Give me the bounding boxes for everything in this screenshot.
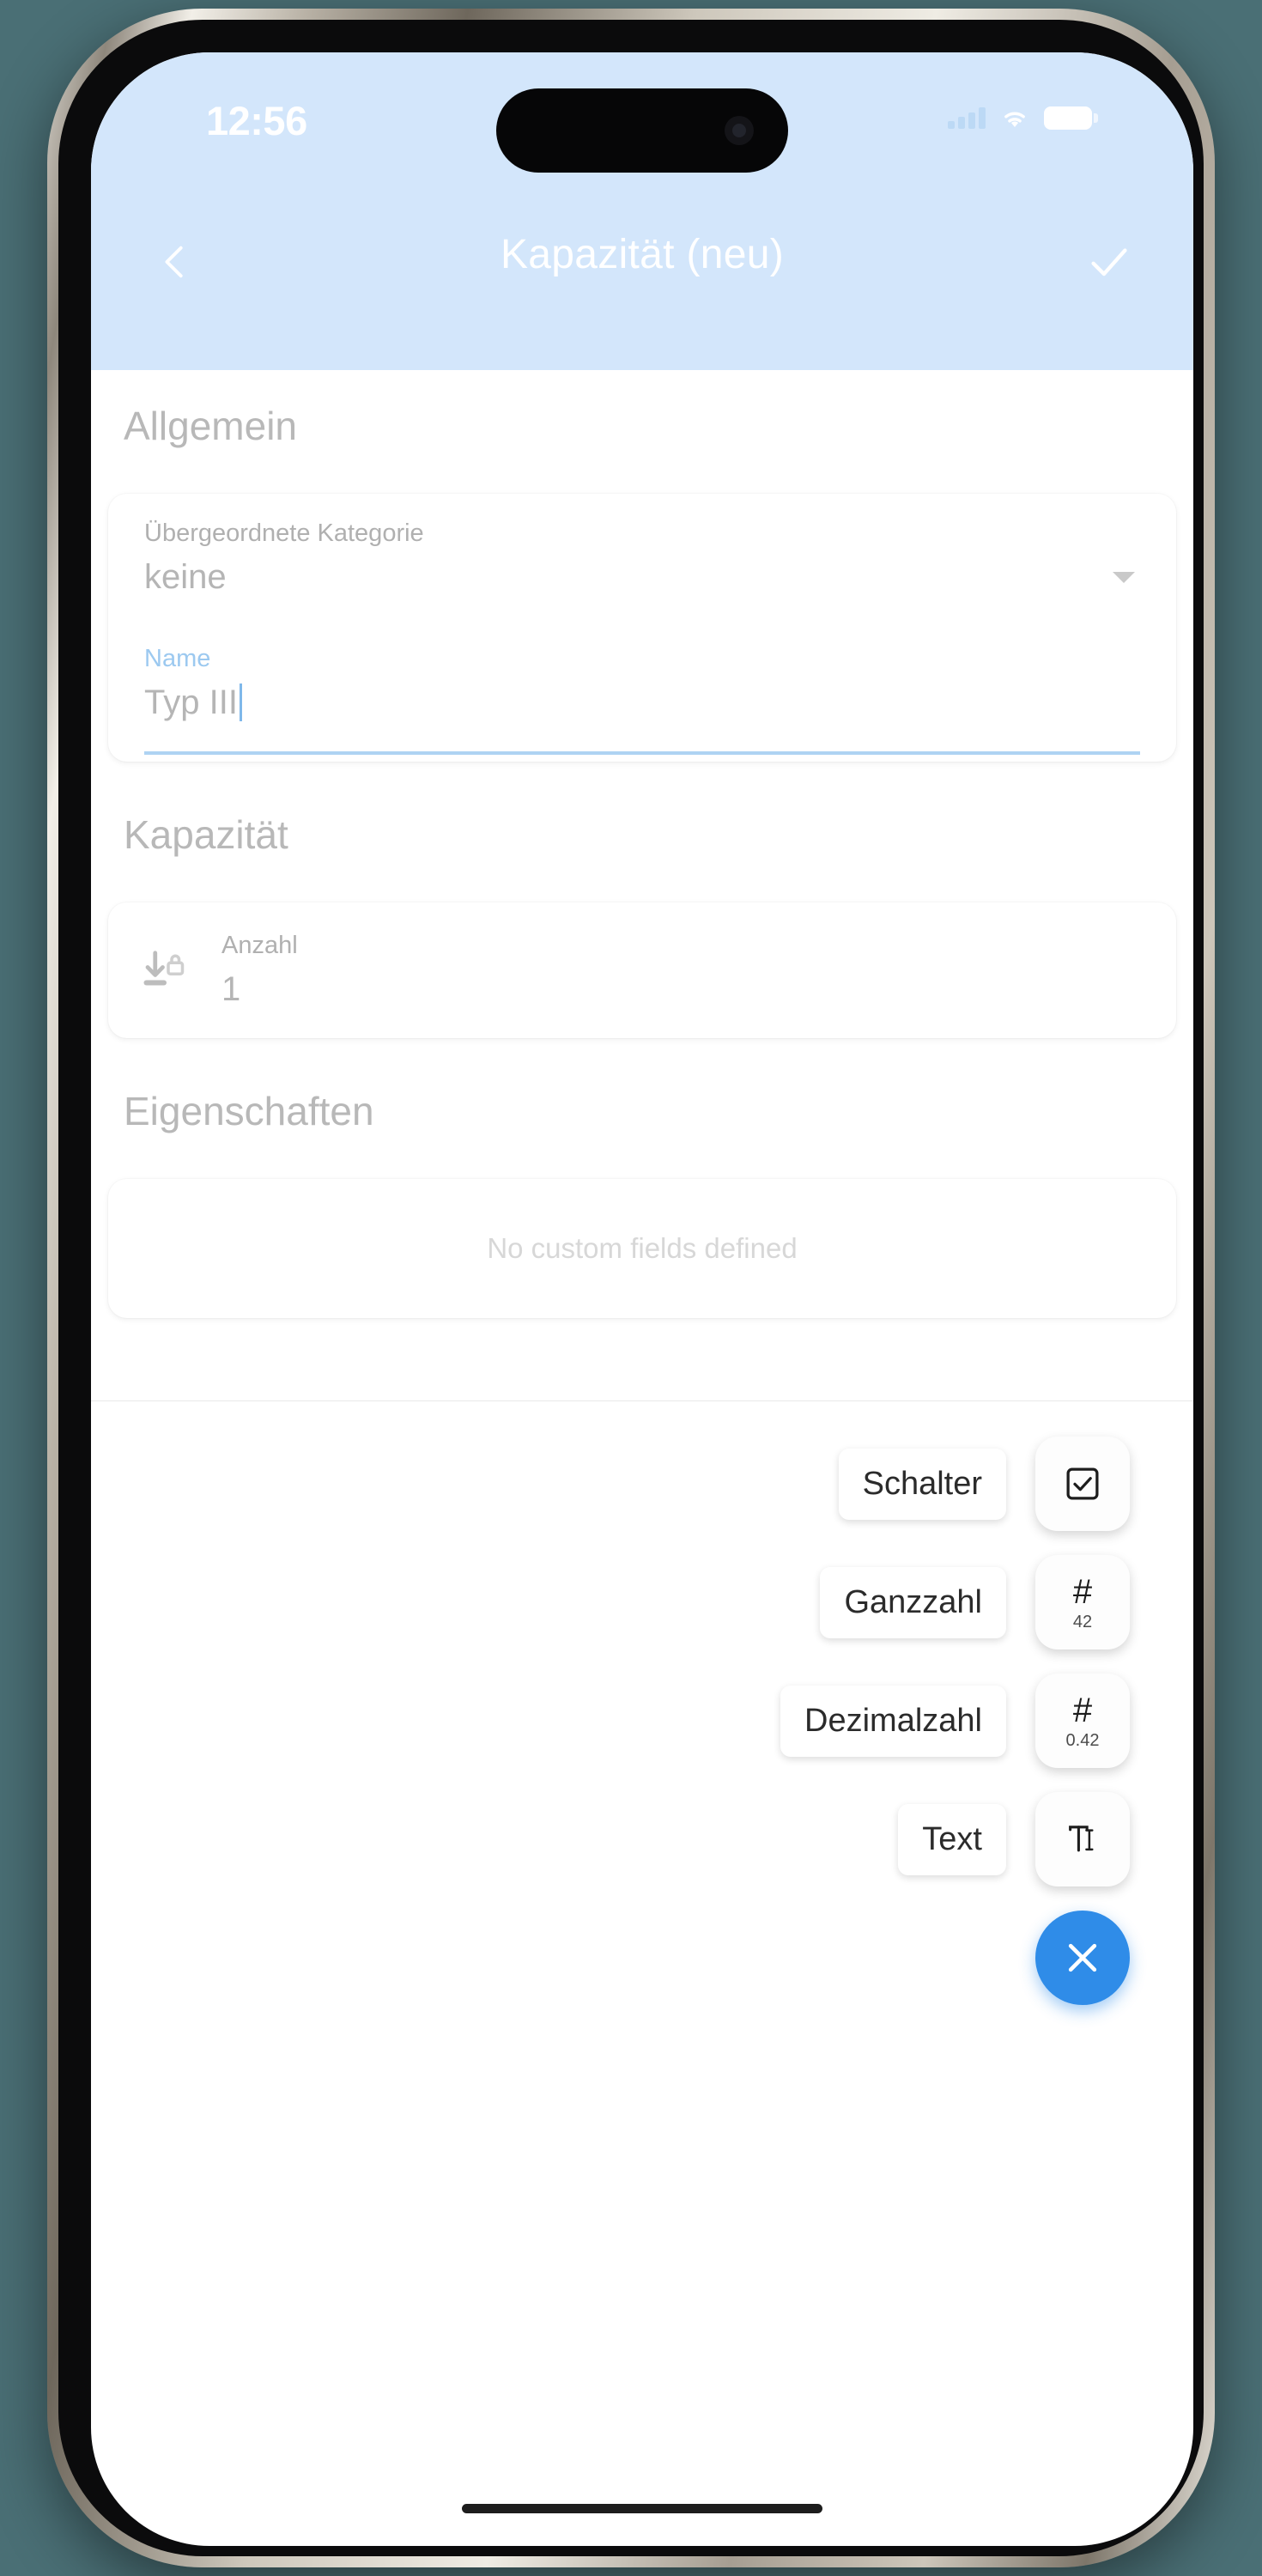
speed-dial-label-text: Text: [898, 1803, 1006, 1875]
checkbox-checked-icon: [1066, 1467, 1099, 1500]
form-body: Allgemein Übergeordnete Kategorie keine …: [91, 370, 1193, 1400]
speed-dial-button-dezimalzahl[interactable]: # 0.42: [1035, 1674, 1130, 1768]
text-caret: [239, 683, 242, 721]
speed-dial-button-schalter[interactable]: [1035, 1437, 1130, 1531]
card-kapazitaet: Anzahl 1: [108, 902, 1176, 1038]
speed-dial-label-ganzzahl: Ganzzahl: [820, 1566, 1006, 1638]
device-bezel: 12:56 Kapazität (neu) Allgemein Übergeor…: [58, 20, 1204, 2556]
front-camera-icon: [725, 116, 754, 145]
battery-icon: [1044, 106, 1098, 130]
speed-dial-menu: Schalter Ganzzahl # 42 Dezimalzahl # 0.4…: [666, 1437, 1130, 2005]
dynamic-island: [496, 88, 788, 173]
field-value-parent-category: keine: [144, 558, 227, 596]
status-icons: [948, 106, 1098, 130]
chevron-down-icon[interactable]: [1113, 572, 1135, 583]
field-label-anzahl: Anzahl: [221, 932, 298, 959]
speed-dial-item-dezimalzahl[interactable]: Dezimalzahl # 0.42: [666, 1674, 1130, 1768]
text-cursor-icon: [1069, 1826, 1094, 1852]
speed-dial-item-ganzzahl[interactable]: Ganzzahl # 42: [666, 1555, 1130, 1649]
status-time: 12:56: [206, 98, 307, 143]
section-divider: [91, 1400, 1193, 1401]
speed-dial-button-ganzzahl[interactable]: # 42: [1035, 1555, 1130, 1649]
hash-icon: #: [1072, 1691, 1093, 1729]
field-value-name: Typ III: [144, 683, 1140, 722]
navigation-bar: Kapazität (neu): [91, 190, 1193, 370]
phone-screen: 12:56 Kapazität (neu) Allgemein Übergeor…: [91, 52, 1193, 2546]
checkmark-icon: [1091, 248, 1127, 276]
field-label-name: Name: [144, 645, 211, 672]
app-bar: 12:56 Kapazität (neu): [91, 52, 1193, 370]
empty-state-message: No custom fields defined: [487, 1232, 798, 1264]
close-speed-dial-button[interactable]: [1035, 1911, 1130, 2005]
section-header-eigenschaften: Eigenschaften: [124, 1089, 374, 1133]
name-input-underline: [144, 751, 1140, 755]
close-x-icon: [1068, 1943, 1097, 1972]
field-value-anzahl: 1: [221, 970, 241, 1008]
field-anzahl[interactable]: Anzahl 1: [108, 902, 1176, 1038]
speed-dial-sub-ganzzahl: 42: [1072, 1612, 1093, 1631]
speed-dial-label-dezimalzahl: Dezimalzahl: [780, 1685, 1006, 1757]
status-bar: 12:56: [91, 52, 1193, 190]
speed-dial-button-text[interactable]: [1035, 1792, 1130, 1886]
hash-icon: #: [1072, 1572, 1093, 1611]
cellular-signal-icon: [948, 106, 986, 129]
speed-dial-sub-dezimalzahl: 0.42: [1065, 1730, 1100, 1750]
field-name[interactable]: Name Typ III: [108, 619, 1176, 762]
home-indicator[interactable]: [462, 2504, 822, 2513]
save-button[interactable]: [1070, 222, 1149, 301]
field-parent-category[interactable]: Übergeordnete Kategorie keine: [108, 494, 1176, 619]
section-header-allgemein: Allgemein: [124, 404, 297, 448]
card-eigenschaften: No custom fields defined: [108, 1179, 1176, 1318]
page-title: Kapazität (neu): [500, 232, 785, 277]
card-allgemein: Übergeordnete Kategorie keine Name Typ I…: [108, 494, 1176, 762]
wifi-icon: [998, 106, 1031, 130]
name-input-text: Typ III: [144, 683, 238, 721]
section-header-kapazitaet: Kapazität: [124, 812, 288, 857]
speed-dial-item-text[interactable]: Text: [666, 1792, 1130, 1886]
move-to-bottom-lock-icon: [139, 932, 221, 1001]
device-frame: 12:56 Kapazität (neu) Allgemein Übergeor…: [47, 9, 1215, 2567]
speed-dial-item-schalter[interactable]: Schalter: [666, 1437, 1130, 1531]
field-label-parent-category: Übergeordnete Kategorie: [144, 519, 424, 547]
speed-dial-label-schalter: Schalter: [838, 1448, 1006, 1520]
